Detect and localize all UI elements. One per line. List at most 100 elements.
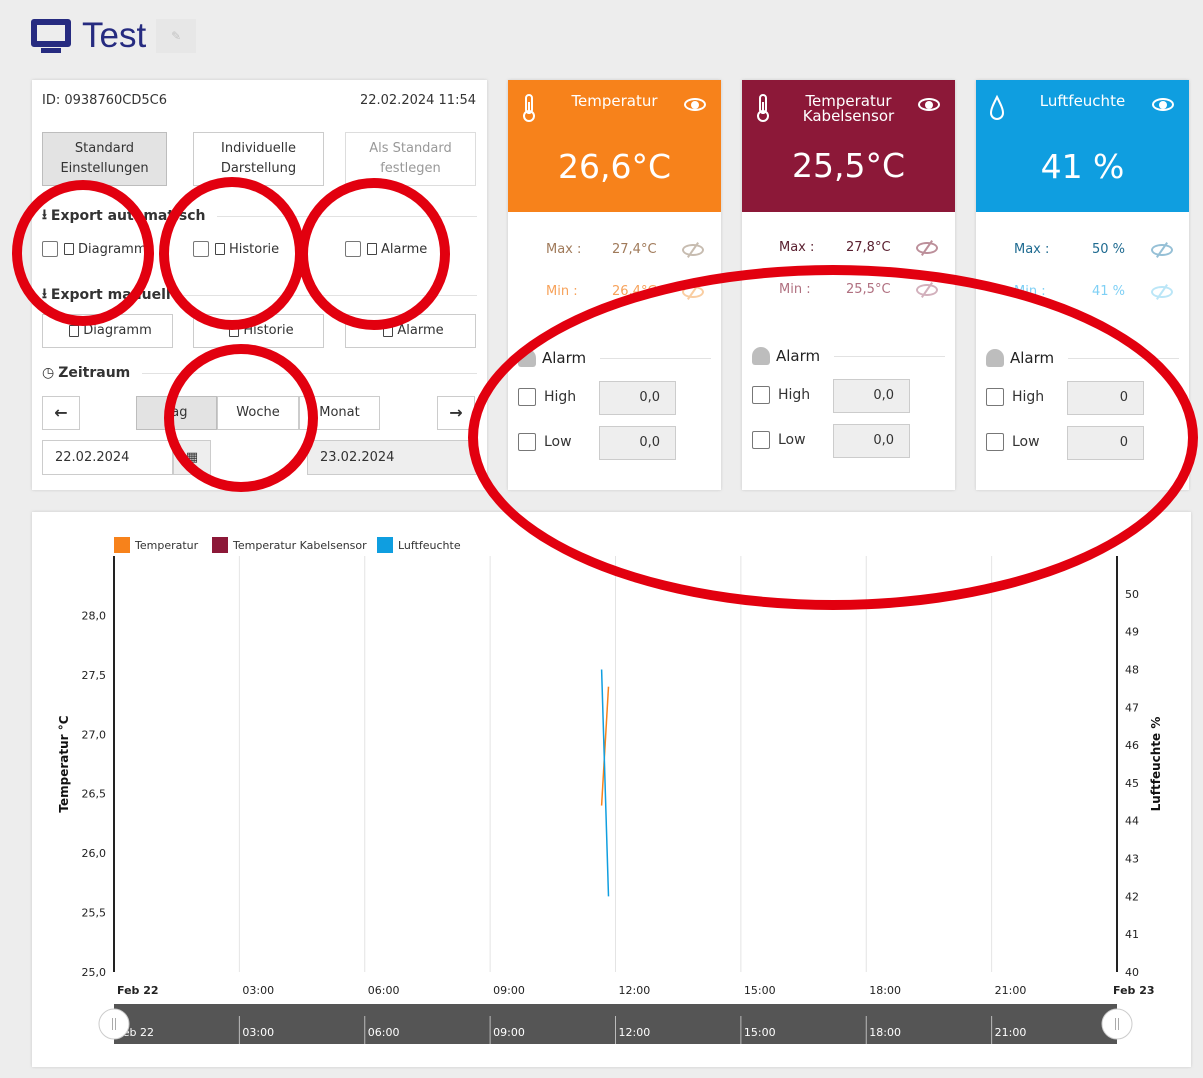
eye-slash-icon[interactable] (916, 242, 938, 254)
date-from-input[interactable]: 22.02.2024 (42, 440, 173, 475)
export-alarms-label: Alarme (397, 323, 444, 338)
thermometer-icon (523, 94, 535, 122)
alarm-low-input[interactable]: 0,0 (833, 424, 910, 458)
y2-tick-label: 48 (1125, 663, 1139, 676)
export-diagram-button[interactable]: Diagramm (42, 314, 173, 348)
export-auto-diagram-checkbox[interactable] (42, 241, 58, 257)
alarm-high-label: High (778, 387, 811, 403)
x-tick-label: Feb 23 (1113, 984, 1155, 997)
chart-panel: Temperatur Temperatur Kabelsensor Luftfeuc… (32, 512, 1191, 1067)
navigator-tick-label: 18:00 (869, 1026, 901, 1039)
alarm-high-input[interactable]: 0,0 (599, 381, 676, 415)
next-period-button[interactable]: → (437, 396, 475, 430)
period-label: Zeitraum (58, 365, 131, 381)
alarm-high-label: High (544, 389, 577, 405)
alarm-low-input[interactable]: 0 (1067, 426, 1144, 460)
alarm-high-input[interactable]: 0,0 (833, 379, 910, 413)
monitor-icon (30, 19, 72, 53)
alarm-high-row[interactable]: High (986, 388, 1044, 406)
sensor-card-temperature: Temperatur 26,6°C Max : 27,4°C Min : 26,… (508, 80, 721, 490)
y-tick-label: 27,5 (82, 669, 107, 682)
x-tick-label: 09:00 (493, 984, 525, 997)
period-day-button[interactable]: Tag (136, 396, 217, 430)
export-auto-diagram[interactable]: Diagramm (42, 241, 146, 257)
export-auto-alarms[interactable]: Alarme (345, 241, 427, 257)
y2-tick-label: 44 (1125, 815, 1139, 828)
eye-slash-icon[interactable] (916, 284, 938, 296)
bell-icon (518, 349, 536, 367)
eye-slash-icon[interactable] (682, 244, 704, 256)
navigator-tick-label: 15:00 (744, 1026, 776, 1039)
navigator-handle-left (98, 1008, 130, 1040)
history-chart[interactable]: Temperatur Temperatur Kabelsensor Luftfeuc… (32, 512, 1191, 1067)
card-label: Luftfeuchte (1039, 92, 1126, 110)
alarm-high-checkbox[interactable] (518, 388, 536, 406)
alarm-high-checkbox[interactable] (752, 386, 770, 404)
download-icon: ⭳ (42, 286, 47, 302)
alarm-high-row[interactable]: High (518, 388, 576, 406)
export-alarms-button[interactable]: Alarme (345, 314, 476, 348)
legend-label: Temperatur (134, 539, 199, 552)
x-tick-label: 12:00 (619, 984, 651, 997)
download-icon: ⭳ (42, 207, 47, 223)
y-axis-title: Temperatur °C (57, 715, 71, 812)
set-default-button[interactable]: Als Standard festlegen (345, 132, 476, 186)
eye-slash-icon[interactable] (1151, 244, 1173, 256)
alarm-low-row[interactable]: Low (986, 433, 1040, 451)
alarm-low-checkbox[interactable] (752, 431, 770, 449)
alarm-low-checkbox[interactable] (986, 433, 1004, 451)
alarm-low-row[interactable]: Low (518, 433, 572, 451)
csv-icon (215, 243, 225, 255)
period-month-button[interactable]: Monat (299, 396, 380, 430)
device-datetime: 22.02.2024 11:54 (359, 93, 476, 108)
y2-tick-label: 42 (1125, 890, 1139, 903)
export-diagram-label: Diagramm (83, 323, 152, 338)
device-id: ID: 0938760CD5C6 (42, 93, 167, 108)
eye-slash-icon[interactable] (682, 286, 704, 298)
alarm-low-row[interactable]: Low (752, 431, 806, 449)
export-auto-history[interactable]: Historie (193, 241, 279, 257)
y2-tick-label: 47 (1125, 701, 1139, 714)
export-auto-diagram-label: Diagramm (78, 241, 147, 257)
prev-period-button[interactable]: ← (42, 396, 80, 430)
navigator-tick-label: 12:00 (619, 1026, 651, 1039)
date-to-input[interactable]: 23.02.2024 (307, 440, 477, 475)
export-auto-alarms-checkbox[interactable] (345, 241, 361, 257)
droplet-icon (990, 94, 1004, 120)
alarm-high-input[interactable]: 0 (1067, 381, 1144, 415)
alarm-high-row[interactable]: High (752, 386, 810, 404)
y2-tick-label: 41 (1125, 928, 1139, 941)
individual-view-button[interactable]: Individuelle Darstellung (193, 132, 324, 186)
eye-icon[interactable] (684, 98, 706, 111)
x-tick-label: Feb 22 (117, 984, 159, 997)
eye-slash-icon[interactable] (1151, 286, 1173, 298)
csv-icon (229, 325, 240, 337)
sensor-card-cable-temperature: Temperatur Kabelsensor 25,5°C Max : 27,8… (742, 80, 955, 490)
pdf-icon (69, 325, 80, 337)
card-label: Temperatur Kabelsensor (802, 92, 895, 125)
max-value: 27,8°C (846, 240, 891, 255)
legend-swatch (212, 537, 228, 553)
standard-settings-button[interactable]: Standard Einstellungen (42, 132, 167, 186)
alarm-heading: Alarm (986, 349, 1179, 367)
y-tick-label: 28,0 (82, 609, 107, 622)
eye-icon[interactable] (1152, 98, 1174, 111)
alarm-low-checkbox[interactable] (518, 433, 536, 451)
y-tick-label: 26,0 (82, 847, 107, 860)
calendar-button[interactable]: ▦ (173, 440, 211, 475)
edit-title-button[interactable]: ✎ (156, 19, 197, 53)
x-tick-label: 15:00 (744, 984, 776, 997)
alarm-low-label: Low (1012, 434, 1040, 450)
max-label: Max : (1014, 242, 1050, 257)
y2-axis-title: Luftfeuchte % (1149, 717, 1163, 812)
csv-icon (367, 243, 377, 255)
bell-icon (986, 349, 1004, 367)
alarm-high-checkbox[interactable] (986, 388, 1004, 406)
alarm-low-input[interactable]: 0,0 (599, 426, 676, 460)
export-auto-history-checkbox[interactable] (193, 241, 209, 257)
min-value: 26,4°C (612, 284, 657, 299)
export-history-button[interactable]: Historie (193, 314, 324, 348)
eye-icon[interactable] (918, 98, 940, 111)
period-week-button[interactable]: Woche (217, 396, 299, 430)
alarm-label: Alarm (542, 349, 587, 367)
